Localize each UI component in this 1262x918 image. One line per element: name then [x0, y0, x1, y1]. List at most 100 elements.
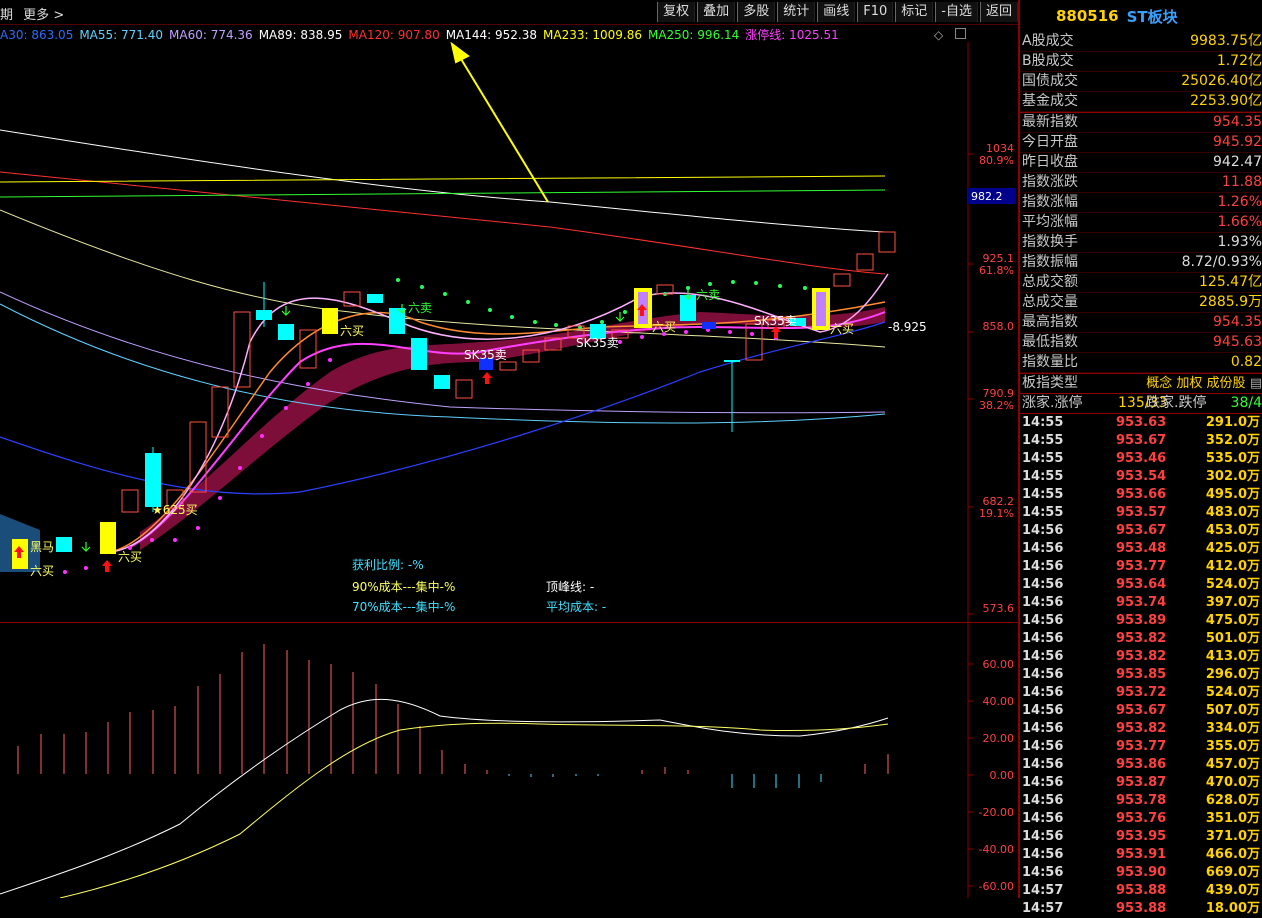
candle — [322, 308, 338, 334]
tick-time: 14:56 — [1022, 793, 1064, 808]
tick-time: 14:56 — [1022, 595, 1064, 610]
profit-ratio: 获利比例: -% — [352, 558, 424, 572]
stat-value: 945.92 — [1213, 134, 1262, 150]
macd-tick-label: 0.00 — [990, 769, 1015, 782]
updown-row: 涨家.涨停 135/33 跌家.跌停 38/4 — [1020, 394, 1262, 414]
tick-time: 14:55 — [1022, 433, 1064, 448]
tick-price: 953.87 — [1116, 775, 1167, 790]
tick-time: 14:56 — [1022, 649, 1064, 664]
dif-line — [0, 698, 889, 895]
tick-row: 14:56 953.90 669.0万 — [1020, 864, 1262, 882]
tick-row: 14:55 953.66 495.0万 — [1020, 486, 1262, 504]
cost-70: 70%成本---集中-% — [352, 600, 456, 614]
cost-band — [140, 307, 885, 550]
ma-legend: A30: 863.05 MA55: 771.40 MA60: 774.36 MA89:… — [0, 26, 950, 42]
sk-sell-label: SK35卖 — [754, 314, 797, 328]
dark-horse-label: 黑马 — [30, 540, 54, 554]
tick-row: 14:55 953.46 535.0万 — [1020, 450, 1262, 468]
buy-arrows — [14, 304, 781, 572]
toolbar-button[interactable]: 统计 — [777, 2, 816, 22]
stat-label: A股成交 — [1022, 33, 1074, 49]
stat-row: 国债成交 25026.40亿 — [1020, 72, 1262, 92]
tick-time: 14:56 — [1022, 523, 1064, 538]
tick-volume: 495.0万 — [1205, 487, 1260, 502]
macd-chart[interactable]: 60.00 40.00 20.00 0.00 -20.00 -40.00 -60.00 — [0, 624, 1018, 898]
ma120-line — [0, 171, 886, 275]
tick-volume: 466.0万 — [1205, 847, 1260, 862]
diamond-icon[interactable]: ◇ — [934, 28, 943, 42]
candle — [56, 537, 72, 552]
tick-row: 14:57 953.88 18.00万 — [1020, 900, 1262, 918]
tick-volume: 352.0万 — [1205, 433, 1260, 448]
candle — [455, 379, 473, 399]
stat-value: 945.63 — [1213, 334, 1262, 350]
stat-value: 125.47亿 — [1199, 274, 1262, 290]
toolbar-button[interactable]: 叠加 — [697, 2, 736, 22]
index-type-links[interactable]: 概念 加权 成份股 ▤ — [1146, 374, 1262, 393]
stat-value: 1.66% — [1217, 214, 1262, 230]
price-axis: 103480.9%925.161.8%858.0790.938.2%682.21… — [968, 142, 1014, 615]
tick-row: 14:56 953.82 413.0万 — [1020, 648, 1262, 666]
cost-90: 90%成本---集中-% — [352, 580, 456, 594]
ma-legend-item: MA55: 771.40 — [79, 28, 164, 42]
star-buy-label: ★625买 — [152, 503, 198, 517]
avg-cost: 平均成本: - — [546, 600, 607, 614]
fib-pct-label: 61.8% — [979, 264, 1014, 277]
more-menu[interactable]: 更多 > — [23, 8, 64, 23]
stat-row: 总成交量 2885.9万 — [1020, 293, 1262, 313]
index-stats-list: 最新指数 954.35 今日开盘 945.92 昨日收盘 942.47 指数涨跌 11.88 指… — [1020, 113, 1262, 374]
ma-legend-item: 涨停线: 1025.51 — [745, 28, 839, 42]
tick-price: 953.76 — [1116, 811, 1167, 826]
macd-tick-label: -60.00 — [979, 880, 1014, 893]
tick-volume: 483.0万 — [1205, 505, 1260, 520]
tick-volume: 669.0万 — [1205, 865, 1260, 880]
stat-row: 总成交额 125.47亿 — [1020, 273, 1262, 293]
tick-price: 953.48 — [1116, 541, 1167, 556]
ma-legend-item: MA120: 907.80 — [348, 28, 440, 42]
chart-divider — [0, 622, 1018, 623]
tick-time: 14:56 — [1022, 559, 1064, 574]
dea-line — [59, 722, 889, 898]
tick-time: 14:55 — [1022, 451, 1064, 466]
tick-volume: 453.0万 — [1205, 523, 1260, 538]
toolbar-button[interactable]: 复权 — [657, 2, 696, 22]
tick-time: 14:56 — [1022, 631, 1064, 646]
tick-time: 14:56 — [1022, 541, 1064, 556]
delta-label: -8.925 — [888, 320, 927, 334]
ma-legend-item: MA144: 952.38 — [445, 28, 538, 42]
tick-time: 14:55 — [1022, 505, 1064, 520]
stat-label: 总成交量 — [1022, 294, 1078, 310]
tick-price: 953.67 — [1116, 703, 1167, 718]
toolbar-button[interactable]: 标记 — [895, 2, 934, 22]
tick-time: 14:56 — [1022, 811, 1064, 826]
period-label[interactable]: 期 — [0, 8, 13, 23]
tick-volume: 524.0万 — [1205, 685, 1260, 700]
stat-row: 最高指数 954.35 — [1020, 313, 1262, 333]
stat-value: 2253.90亿 — [1190, 93, 1262, 109]
candle — [878, 231, 896, 253]
tick-volume: 412.0万 — [1205, 559, 1260, 574]
six-buy-label: 六买 — [30, 564, 54, 578]
toolbar-button[interactable]: -自选 — [935, 2, 978, 22]
stat-value: 1.26% — [1217, 194, 1262, 210]
index-info-panel: 880516 ST板块 A股成交 9983.75亿 B股成交 1.72亿 国债成交 250… — [1018, 0, 1262, 916]
tick-time: 14:56 — [1022, 685, 1064, 700]
toolbar-button[interactable]: F10 — [857, 2, 894, 22]
price-chart[interactable]: 103480.9%925.161.8%858.0790.938.2%682.21… — [0, 42, 1018, 624]
tick-row: 14:55 953.67 352.0万 — [1020, 432, 1262, 450]
tick-row: 14:56 953.82 334.0万 — [1020, 720, 1262, 738]
stat-row: 今日开盘 945.92 — [1020, 133, 1262, 153]
toolbar-button[interactable]: 画线 — [817, 2, 856, 22]
tick-row: 14:56 953.72 524.0万 — [1020, 684, 1262, 702]
tick-row: 14:55 953.57 483.0万 — [1020, 504, 1262, 522]
tick-volume: 628.0万 — [1205, 793, 1260, 808]
toolbar: 期 更多 > 复权 叠加 多股 统计 画线 F10 标记 -自选 返回 — [0, 0, 1018, 25]
tick-volume: 291.0万 — [1205, 415, 1260, 430]
expand-icon[interactable] — [955, 28, 966, 39]
candle — [856, 253, 874, 271]
tick-list[interactable]: 14:55 953.63 291.0万 14:55 953.67 352.0万 14:55 9… — [1020, 414, 1262, 918]
toolbar-button[interactable]: 返回 — [979, 2, 1018, 22]
toolbar-button[interactable]: 多股 — [737, 2, 776, 22]
stat-value: 2885.9万 — [1199, 294, 1262, 310]
stat-label: B股成交 — [1022, 53, 1074, 69]
